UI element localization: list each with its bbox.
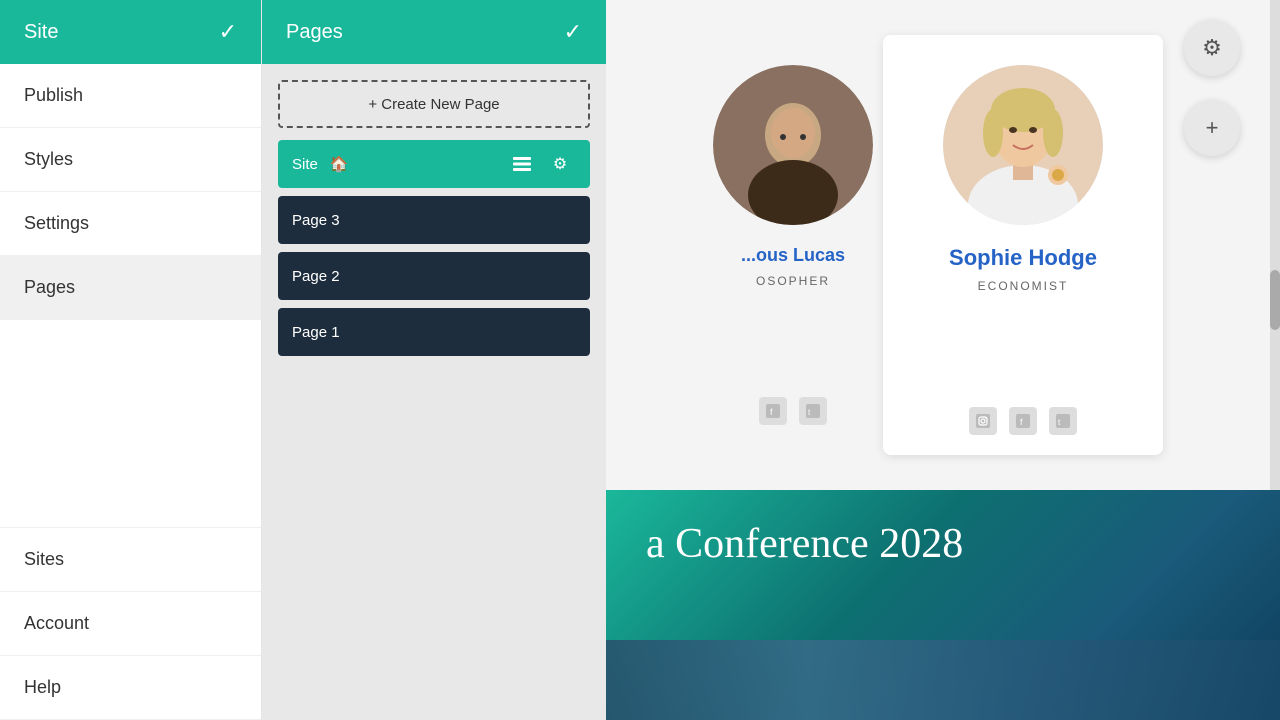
- gear-icon-button[interactable]: ⚙: [544, 148, 576, 180]
- sidebar-item-help[interactable]: Help: [0, 656, 261, 720]
- sidebar-check-icon: ✓: [219, 19, 237, 45]
- male-avatar-svg: [713, 65, 873, 225]
- create-new-page-button[interactable]: + Create New Page: [278, 80, 590, 128]
- scrollbar-track[interactable]: [1270, 0, 1280, 490]
- sidebar-title: Site: [24, 21, 58, 44]
- page-item-2[interactable]: Page 2: [278, 252, 590, 300]
- team-avatar-partial: [713, 65, 873, 225]
- sidebar: Site ✓ Publish Styles Settings Pages Sit…: [0, 0, 262, 720]
- sidebar-item-publish[interactable]: Publish: [0, 64, 261, 128]
- pages-title: Pages: [286, 21, 343, 44]
- team-socials-partial: f t: [759, 397, 827, 425]
- team-name-sophie: Sophie Hodge: [949, 245, 1097, 271]
- team-card-partial: ...ous Lucas OSOPHER f t: [713, 45, 873, 445]
- team-role-partial: OSOPHER: [756, 274, 830, 288]
- main-content: ⚙ + ...ous Lucas OSOPHER: [606, 0, 1280, 720]
- page-item-3[interactable]: Page 3: [278, 196, 590, 244]
- conference-image-strip: [606, 640, 1280, 720]
- pages-panel: Pages ✓ + Create New Page Site 🏠 ⚙: [262, 0, 606, 720]
- sidebar-item-sites[interactable]: Sites: [0, 528, 261, 592]
- add-float-icon: +: [1206, 115, 1219, 141]
- team-socials-sophie: f t: [969, 407, 1077, 435]
- facebook-icon-partial: f: [759, 397, 787, 425]
- sidebar-item-settings[interactable]: Settings: [0, 192, 261, 256]
- layers-icon-button[interactable]: [506, 148, 538, 180]
- sidebar-nav: Publish Styles Settings Pages Sites Acco…: [0, 64, 261, 720]
- layers-icon: [513, 155, 531, 173]
- conference-title: a Conference 2028: [646, 520, 963, 568]
- female-avatar-svg: [943, 65, 1103, 225]
- settings-float-button[interactable]: ⚙: [1184, 20, 1240, 76]
- twitter-icon-sophie: t: [1049, 407, 1077, 435]
- site-page-item[interactable]: Site 🏠 ⚙: [278, 140, 590, 188]
- sidebar-item-account[interactable]: Account: [0, 592, 261, 656]
- pages-header: Pages ✓: [262, 0, 606, 64]
- site-page-icons: ⚙: [506, 148, 576, 180]
- conference-section: a Conference 2028: [606, 490, 1280, 720]
- settings-float-icon: ⚙: [1202, 35, 1222, 61]
- team-cards-wrapper: ...ous Lucas OSOPHER f t: [606, 0, 1280, 490]
- conference-text: a Conference 2028: [646, 520, 963, 568]
- home-icon: 🏠: [330, 155, 349, 173]
- twitter-icon-partial: t: [799, 397, 827, 425]
- site-page-label: Site: [292, 156, 318, 173]
- sidebar-item-pages[interactable]: Pages: [0, 256, 261, 320]
- team-avatar-sophie: [943, 65, 1103, 225]
- scrollbar-thumb[interactable]: [1270, 270, 1280, 330]
- team-name-partial: ...ous Lucas: [741, 245, 845, 266]
- instagram-icon-sophie: [969, 407, 997, 435]
- facebook-icon-sophie: f: [1009, 407, 1037, 435]
- gear-icon: ⚙: [553, 154, 567, 174]
- create-new-page-label: + Create New Page: [368, 96, 499, 113]
- pages-check-icon: ✓: [564, 19, 582, 45]
- team-card-sophie: Sophie Hodge ECONOMIST f t: [883, 35, 1163, 455]
- sidebar-item-styles[interactable]: Styles: [0, 128, 261, 192]
- pages-content: + Create New Page Site 🏠 ⚙ P: [262, 64, 606, 372]
- sidebar-header[interactable]: Site ✓: [0, 0, 261, 64]
- team-role-sophie: ECONOMIST: [978, 279, 1069, 293]
- add-float-button[interactable]: +: [1184, 100, 1240, 156]
- page-item-1[interactable]: Page 1: [278, 308, 590, 356]
